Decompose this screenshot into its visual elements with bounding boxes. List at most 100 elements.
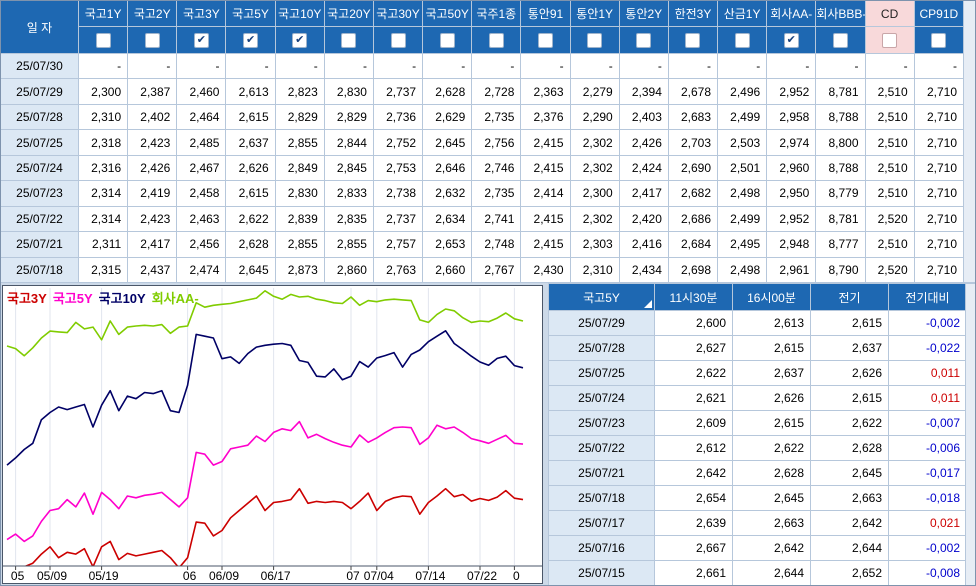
date-cell: 25/07/18 bbox=[548, 485, 655, 511]
column-checkbox-13[interactable] bbox=[734, 32, 750, 48]
value-cell-1130: 2,609 bbox=[654, 410, 733, 436]
column-header-11[interactable]: 통안2Y bbox=[618, 0, 669, 27]
date-cell: 25/07/25 bbox=[548, 360, 655, 386]
column-header-4[interactable]: 국고10Y bbox=[274, 0, 325, 27]
value-cell: 2,855 bbox=[274, 129, 325, 156]
column-header-6[interactable]: 국고30Y bbox=[372, 0, 424, 27]
column-checkbox-cell-1 bbox=[127, 26, 178, 54]
value-cell: 2,830 bbox=[274, 180, 325, 207]
column-checkbox-1[interactable] bbox=[144, 32, 160, 48]
value-cell: 2,510 bbox=[864, 154, 915, 182]
column-checkbox-15[interactable] bbox=[832, 32, 848, 48]
vertical-scrollbar-track[interactable] bbox=[963, 0, 976, 283]
column-checkbox-9[interactable] bbox=[537, 32, 553, 48]
column-checkbox-5[interactable] bbox=[341, 32, 357, 48]
column-checkbox-14[interactable]: ✔ bbox=[783, 32, 799, 48]
column-checkbox-11[interactable] bbox=[636, 32, 652, 48]
value-cell: - bbox=[274, 52, 325, 80]
value-cell: 2,628 bbox=[225, 231, 276, 258]
value-cell: 2,632 bbox=[422, 180, 473, 207]
value-cell: 2,757 bbox=[372, 231, 424, 258]
value-cell-1600: 2,626 bbox=[732, 385, 811, 411]
value-cell: 2,615 bbox=[225, 180, 276, 207]
column-header-8[interactable]: 국주1종 bbox=[471, 0, 522, 27]
column-checkbox-8[interactable] bbox=[488, 32, 504, 48]
column-checkbox-cell-12 bbox=[667, 26, 719, 54]
value-cell-1130: 2,622 bbox=[654, 360, 733, 386]
value-cell: 2,403 bbox=[618, 103, 669, 131]
value-cell: 2,303 bbox=[569, 231, 620, 258]
column-checkbox-4[interactable]: ✔ bbox=[292, 32, 308, 48]
column-header-9[interactable]: 통안91 bbox=[520, 0, 571, 27]
column-checkbox-16[interactable] bbox=[882, 32, 898, 48]
table-row: 25/07/30- - - - - - - - - - - - - - - - - - bbox=[0, 52, 965, 80]
value-cell: 2,710 bbox=[913, 154, 965, 182]
value-cell: 2,314 bbox=[77, 205, 129, 233]
column-header-7[interactable]: 국고50Y bbox=[422, 0, 473, 27]
value-cell: 2,501 bbox=[717, 154, 768, 182]
value-cell: 2,710 bbox=[913, 103, 965, 131]
value-cell: 2,678 bbox=[667, 78, 719, 105]
value-cell: 2,952 bbox=[766, 205, 817, 233]
value-cell: 2,728 bbox=[471, 78, 522, 105]
vertical-scrollbar-track[interactable] bbox=[965, 283, 976, 586]
column-checkbox-3[interactable]: ✔ bbox=[243, 32, 259, 48]
column-checkbox-cell-14: ✔ bbox=[766, 26, 817, 54]
value-cell: 2,300 bbox=[569, 180, 620, 207]
column-checkbox-2[interactable]: ✔ bbox=[193, 32, 209, 48]
column-checkbox-7[interactable] bbox=[439, 32, 455, 48]
detail-series-selector[interactable]: 국고5Y bbox=[548, 283, 655, 311]
value-cell: 2,763 bbox=[372, 256, 424, 283]
column-header-0[interactable]: 국고1Y bbox=[77, 0, 129, 27]
column-header-12[interactable]: 한전3Y bbox=[667, 0, 719, 27]
value-cell: 2,833 bbox=[323, 180, 374, 207]
column-header-13[interactable]: 산금1Y bbox=[717, 0, 768, 27]
change-cell: 0,021 bbox=[888, 510, 967, 536]
value-cell-1600: 2,645 bbox=[732, 485, 811, 511]
x-tick-label: 07/14 bbox=[415, 569, 445, 583]
table-row: 25/07/29 2,600 2,613 2,615 -0,002 bbox=[548, 310, 967, 336]
value-cell-1130: 2,600 bbox=[654, 310, 733, 336]
column-checkbox-0[interactable] bbox=[95, 32, 111, 48]
column-header-5[interactable]: 국고20Y bbox=[323, 0, 374, 27]
value-cell: 2,498 bbox=[717, 180, 768, 207]
value-cell: 2,613 bbox=[225, 78, 276, 105]
date-cell: 25/07/18 bbox=[0, 256, 79, 283]
column-header-17[interactable]: CP91D bbox=[913, 0, 965, 27]
value-cell: 2,464 bbox=[176, 103, 227, 131]
table-row: 25/07/21 2,642 2,628 2,645 -0,017 bbox=[548, 460, 967, 486]
column-header-14[interactable]: 회사AA- bbox=[766, 0, 817, 27]
column-header-15[interactable]: 회사BBB- bbox=[815, 0, 866, 27]
column-header-2[interactable]: 국고3Y bbox=[176, 0, 227, 27]
value-cell: 2,302 bbox=[569, 154, 620, 182]
date-cell: 25/07/24 bbox=[0, 154, 79, 182]
value-cell-1600: 2,642 bbox=[732, 535, 811, 561]
x-tick-label: 05/19 bbox=[89, 569, 119, 583]
column-checkbox-12[interactable] bbox=[685, 32, 701, 48]
value-cell: 2,873 bbox=[274, 256, 325, 283]
series-line-국고3Y bbox=[25, 487, 524, 566]
value-cell: 2,311 bbox=[77, 231, 129, 258]
value-cell: 2,844 bbox=[323, 129, 374, 156]
value-cell: 2,958 bbox=[766, 103, 817, 131]
value-cell: 2,456 bbox=[176, 231, 227, 258]
value-cell: - bbox=[323, 52, 374, 80]
column-checkbox-cell-8 bbox=[471, 26, 522, 54]
value-cell: 2,300 bbox=[77, 78, 129, 105]
table-row: 25/07/18 2,315 2,437 2,474 2,645 2,873 2,860 2,… bbox=[0, 256, 965, 283]
value-cell: - bbox=[127, 52, 178, 80]
column-checkbox-6[interactable] bbox=[390, 32, 406, 48]
column-header-16[interactable]: CD bbox=[864, 0, 915, 27]
column-header-1[interactable]: 국고2Y bbox=[127, 0, 178, 27]
value-cell: 2,710 bbox=[913, 78, 965, 105]
column-checkbox-17[interactable] bbox=[931, 32, 947, 48]
column-checkbox-10[interactable] bbox=[587, 32, 603, 48]
value-cell: 2,710 bbox=[913, 205, 965, 233]
value-cell-1130: 2,627 bbox=[654, 335, 733, 361]
column-header-3[interactable]: 국고5Y bbox=[225, 0, 276, 27]
value-cell-prev: 2,652 bbox=[810, 560, 889, 586]
value-cell: 2,510 bbox=[864, 129, 915, 156]
date-cell: 25/07/29 bbox=[0, 78, 79, 105]
column-header-10[interactable]: 통안1Y bbox=[569, 0, 620, 27]
value-cell: 2,499 bbox=[717, 103, 768, 131]
